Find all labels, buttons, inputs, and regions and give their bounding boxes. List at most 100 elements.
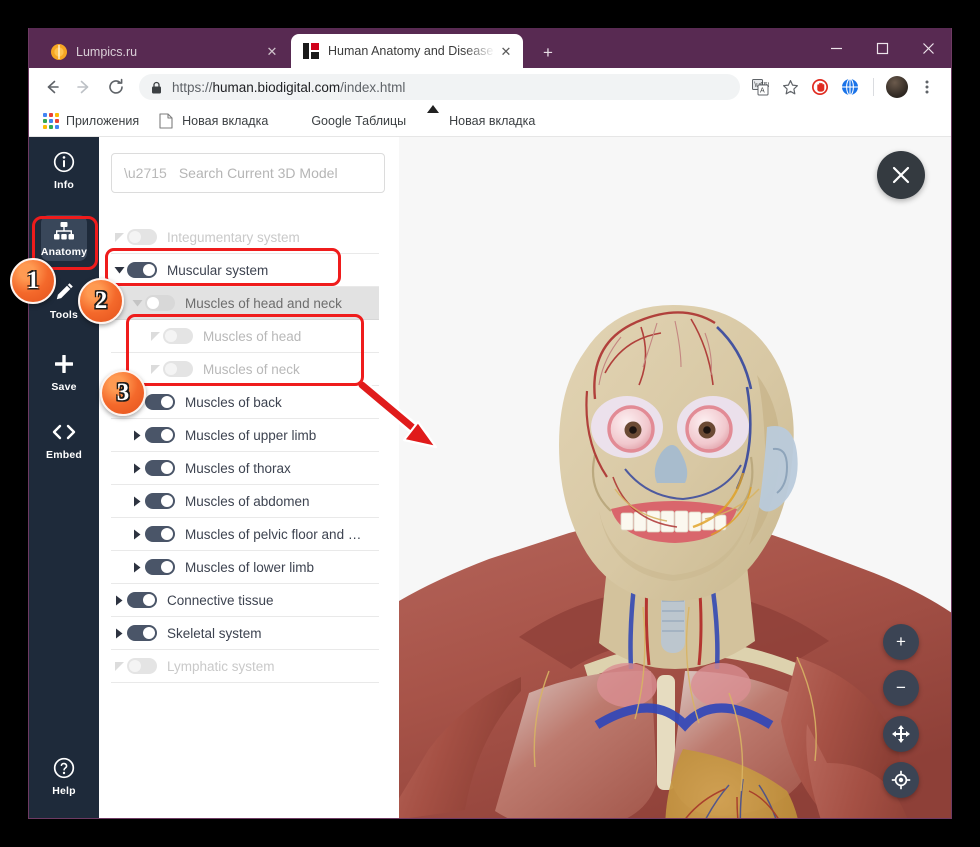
toggle-switch[interactable] xyxy=(145,394,175,410)
browser-toolbar: https://human.biodigital.com/index.html … xyxy=(29,68,951,106)
toggle-switch[interactable] xyxy=(163,361,193,377)
new-tab-button[interactable]: + xyxy=(535,40,561,66)
sidebar-item-save[interactable]: Save xyxy=(29,351,99,393)
toggle-switch[interactable] xyxy=(145,493,175,509)
toggle-switch[interactable] xyxy=(127,625,157,641)
sidebar-item-label: Help xyxy=(52,785,76,797)
chevron-collapsed-icon[interactable] xyxy=(111,662,127,671)
photo-icon xyxy=(426,113,442,129)
bookmark-star-icon[interactable] xyxy=(776,73,804,101)
chevron-collapsed-icon[interactable] xyxy=(111,595,127,606)
sidebar-item-tools[interactable]: Tools xyxy=(29,279,99,321)
bookmark-new-tab-1[interactable]: Новая вкладка xyxy=(159,113,268,129)
tree-row-skeletal-system[interactable]: Skeletal system xyxy=(111,617,379,650)
chevron-collapsed-icon[interactable] xyxy=(111,233,127,242)
sidebar-item-embed[interactable]: Embed xyxy=(29,419,99,461)
chrome-menu-icon[interactable] xyxy=(913,73,941,101)
chevron-collapsed-icon[interactable] xyxy=(129,430,145,441)
translate-icon[interactable]: \u6587A xyxy=(746,73,774,101)
chevron-expanded-icon[interactable] xyxy=(111,266,127,274)
apps-grid-icon xyxy=(43,113,59,129)
globe-extension-icon[interactable] xyxy=(836,73,864,101)
sidebar-item-info[interactable]: Info xyxy=(29,149,99,191)
tab-close-icon[interactable]: ✕ xyxy=(495,40,517,62)
bookmark-label: Новая вкладка xyxy=(182,114,268,128)
reload-icon[interactable] xyxy=(101,72,131,102)
toggle-switch[interactable] xyxy=(127,229,157,245)
tree-row-muscles-of-pelvic-floor[interactable]: Muscles of pelvic floor and … xyxy=(111,518,379,551)
toggle-switch[interactable] xyxy=(145,427,175,443)
toggle-switch[interactable] xyxy=(145,295,175,311)
browser-tab-lumpics[interactable]: Lumpics.ru ✕ xyxy=(39,35,289,68)
tab-close-icon[interactable]: ✕ xyxy=(261,41,283,63)
tree-row-muscles-of-back[interactable]: Muscles of back xyxy=(111,386,379,419)
chevron-expanded-icon[interactable] xyxy=(129,299,145,307)
bookmark-new-tab-2[interactable]: Новая вкладка xyxy=(426,113,535,129)
tree-row-muscular-system[interactable]: Muscular system xyxy=(111,254,379,287)
tree-row-muscles-of-abdomen[interactable]: Muscles of abdomen xyxy=(111,485,379,518)
window-close-icon[interactable] xyxy=(905,28,951,68)
chevron-collapsed-icon[interactable] xyxy=(147,365,163,374)
sidebar-item-help[interactable]: Help xyxy=(29,755,99,797)
bookmarks-bar: Приложения Новая вкладка Google Таблицы … xyxy=(29,106,951,137)
address-bar[interactable]: https://human.biodigital.com/index.html xyxy=(139,74,740,100)
tree-row-muscles-of-thorax[interactable]: Muscles of thorax xyxy=(111,452,379,485)
tree-row-label: Muscles of neck xyxy=(203,362,300,377)
tree-row-label: Muscular system xyxy=(167,263,268,278)
bookmark-google-sheets[interactable]: Google Таблицы xyxy=(288,113,406,129)
adblock-icon[interactable] xyxy=(806,73,834,101)
search-input[interactable]: \u2715 Search Current 3D Model xyxy=(111,153,385,193)
minimize-icon[interactable] xyxy=(813,28,859,68)
bookmark-apps[interactable]: Приложения xyxy=(43,113,139,129)
forward-arrow-icon[interactable] xyxy=(69,72,99,102)
maximize-icon[interactable] xyxy=(859,28,905,68)
pan-move-icon[interactable] xyxy=(883,716,919,752)
model-viewport[interactable]: + − xyxy=(399,137,951,819)
toggle-switch[interactable] xyxy=(127,658,157,674)
zoom-in-icon[interactable]: + xyxy=(883,624,919,660)
tree-row-label: Muscles of abdomen xyxy=(185,494,310,509)
tree-row-lymphatic-system[interactable]: Lymphatic system xyxy=(111,650,379,683)
tree-row-muscles-of-lower-limb[interactable]: Muscles of lower limb xyxy=(111,551,379,584)
toggle-switch[interactable] xyxy=(127,262,157,278)
url-path: /index.html xyxy=(340,80,405,95)
sidebar-item-anatomy[interactable]: Anatomy xyxy=(29,215,99,261)
clear-x-icon[interactable]: \u2715 xyxy=(124,166,167,180)
tree-row-muscles-of-head-and-neck[interactable]: Muscles of head and neck xyxy=(111,287,379,320)
recenter-target-icon[interactable] xyxy=(883,762,919,798)
sidebar-item-label: Embed xyxy=(46,449,82,461)
chevron-collapsed-icon[interactable] xyxy=(129,529,145,540)
toolbar-divider xyxy=(873,78,874,96)
chevron-collapsed-icon[interactable] xyxy=(111,628,127,639)
profile-avatar[interactable] xyxy=(883,73,911,101)
close-overlay-icon[interactable] xyxy=(877,151,925,199)
plus-icon xyxy=(52,351,76,377)
toggle-switch[interactable] xyxy=(145,460,175,476)
url-host: human.biodigital.com xyxy=(213,80,341,95)
sidebar-item-label: Info xyxy=(54,179,74,191)
toggle-switch[interactable] xyxy=(145,559,175,575)
anatomy-3d-model[interactable] xyxy=(399,137,951,819)
chevron-collapsed-icon[interactable] xyxy=(129,562,145,573)
tree-row-label: Skeletal system xyxy=(167,626,262,641)
tree-row-muscles-of-upper-limb[interactable]: Muscles of upper limb xyxy=(111,419,379,452)
chevron-collapsed-icon[interactable] xyxy=(129,496,145,507)
tree-row-muscles-of-head[interactable]: Muscles of head xyxy=(111,320,379,353)
pencil-icon xyxy=(52,279,76,305)
tree-row-muscles-of-neck[interactable]: Muscles of neck xyxy=(111,353,379,386)
left-rail: Info Anatomy Tools xyxy=(29,137,99,819)
toggle-switch[interactable] xyxy=(145,526,175,542)
sidebar-item-label: Tools xyxy=(50,309,78,321)
tree-row-connective-tissue[interactable]: Connective tissue xyxy=(111,584,379,617)
search-area: \u2715 Search Current 3D Model xyxy=(99,137,399,193)
tree-row-integumentary-system[interactable]: Integumentary system xyxy=(111,221,379,254)
page-icon xyxy=(159,113,175,129)
chevron-collapsed-icon[interactable] xyxy=(147,332,163,341)
toggle-switch[interactable] xyxy=(127,592,157,608)
toggle-switch[interactable] xyxy=(163,328,193,344)
chevron-collapsed-icon[interactable] xyxy=(129,463,145,474)
browser-tab-biodigital[interactable]: Human Anatomy and Disease in ✕ xyxy=(291,34,523,68)
zoom-out-icon[interactable]: − xyxy=(883,670,919,706)
svg-text:A: A xyxy=(760,87,765,94)
back-arrow-icon[interactable] xyxy=(37,72,67,102)
